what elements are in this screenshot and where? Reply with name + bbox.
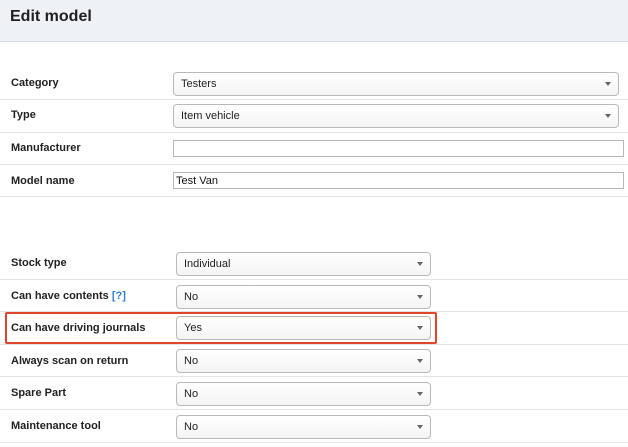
can-have-contents-label: Can have contents [?]: [11, 290, 126, 302]
spare-part-select[interactable]: No: [176, 382, 431, 406]
type-label: Type: [11, 109, 36, 121]
type-select[interactable]: Item vehicle: [173, 104, 619, 128]
manufacturer-label: Manufacturer: [11, 142, 81, 154]
manufacturer-row: Manufacturer: [0, 133, 628, 165]
maintenance-tool-select[interactable]: No: [176, 415, 431, 439]
spare-part-select-value: No: [184, 388, 199, 400]
can-have-contents-row: Can have contents [?] No: [0, 280, 628, 312]
chevron-down-icon: [417, 359, 423, 363]
type-select-value: Item vehicle: [181, 110, 240, 122]
model-name-input[interactable]: [173, 172, 624, 189]
category-select-value: Testers: [181, 78, 217, 90]
chevron-down-icon: [417, 392, 423, 396]
category-label: Category: [11, 77, 59, 89]
spare-part-label: Spare Part: [11, 387, 67, 399]
stock-type-label: Stock type: [11, 257, 67, 269]
chevron-down-icon: [605, 82, 611, 86]
chevron-down-icon: [417, 295, 423, 299]
always-scan-select[interactable]: No: [176, 349, 431, 373]
driving-journals-label: Can have driving journals: [11, 322, 146, 334]
page-header: Edit model: [0, 0, 628, 42]
stock-type-select-value: Individual: [184, 258, 231, 270]
stock-type-row: Stock type Individual: [0, 247, 628, 280]
help-link[interactable]: [?]: [112, 290, 126, 302]
maintenance-tool-row: Maintenance tool No: [0, 410, 628, 443]
driving-journals-row: Can have driving journals Yes: [0, 312, 628, 345]
always-scan-label: Always scan on return: [11, 355, 129, 367]
can-have-contents-select-value: No: [184, 291, 199, 303]
maintenance-tool-select-value: No: [184, 421, 199, 433]
always-scan-row: Always scan on return No: [0, 345, 628, 377]
category-select[interactable]: Testers: [173, 72, 619, 96]
chevron-down-icon: [417, 425, 423, 429]
manufacturer-input[interactable]: [173, 140, 624, 157]
chevron-down-icon: [417, 326, 423, 330]
maintenance-tool-label: Maintenance tool: [11, 420, 101, 432]
always-scan-select-value: No: [184, 355, 199, 367]
spare-part-row: Spare Part No: [0, 377, 628, 410]
chevron-down-icon: [605, 114, 611, 118]
can-have-contents-select[interactable]: No: [176, 285, 431, 309]
page-title: Edit model: [10, 8, 92, 25]
can-have-contents-label-text: Can have contents: [11, 290, 109, 302]
model-name-label: Model name: [11, 175, 75, 187]
model-name-row: Model name: [0, 165, 628, 197]
stock-type-select[interactable]: Individual: [176, 252, 431, 276]
driving-journals-select-value: Yes: [184, 322, 202, 334]
driving-journals-select[interactable]: Yes: [176, 316, 431, 340]
chevron-down-icon: [417, 262, 423, 266]
type-row: Type Item vehicle: [0, 100, 628, 133]
category-row: Category Testers: [0, 68, 628, 100]
